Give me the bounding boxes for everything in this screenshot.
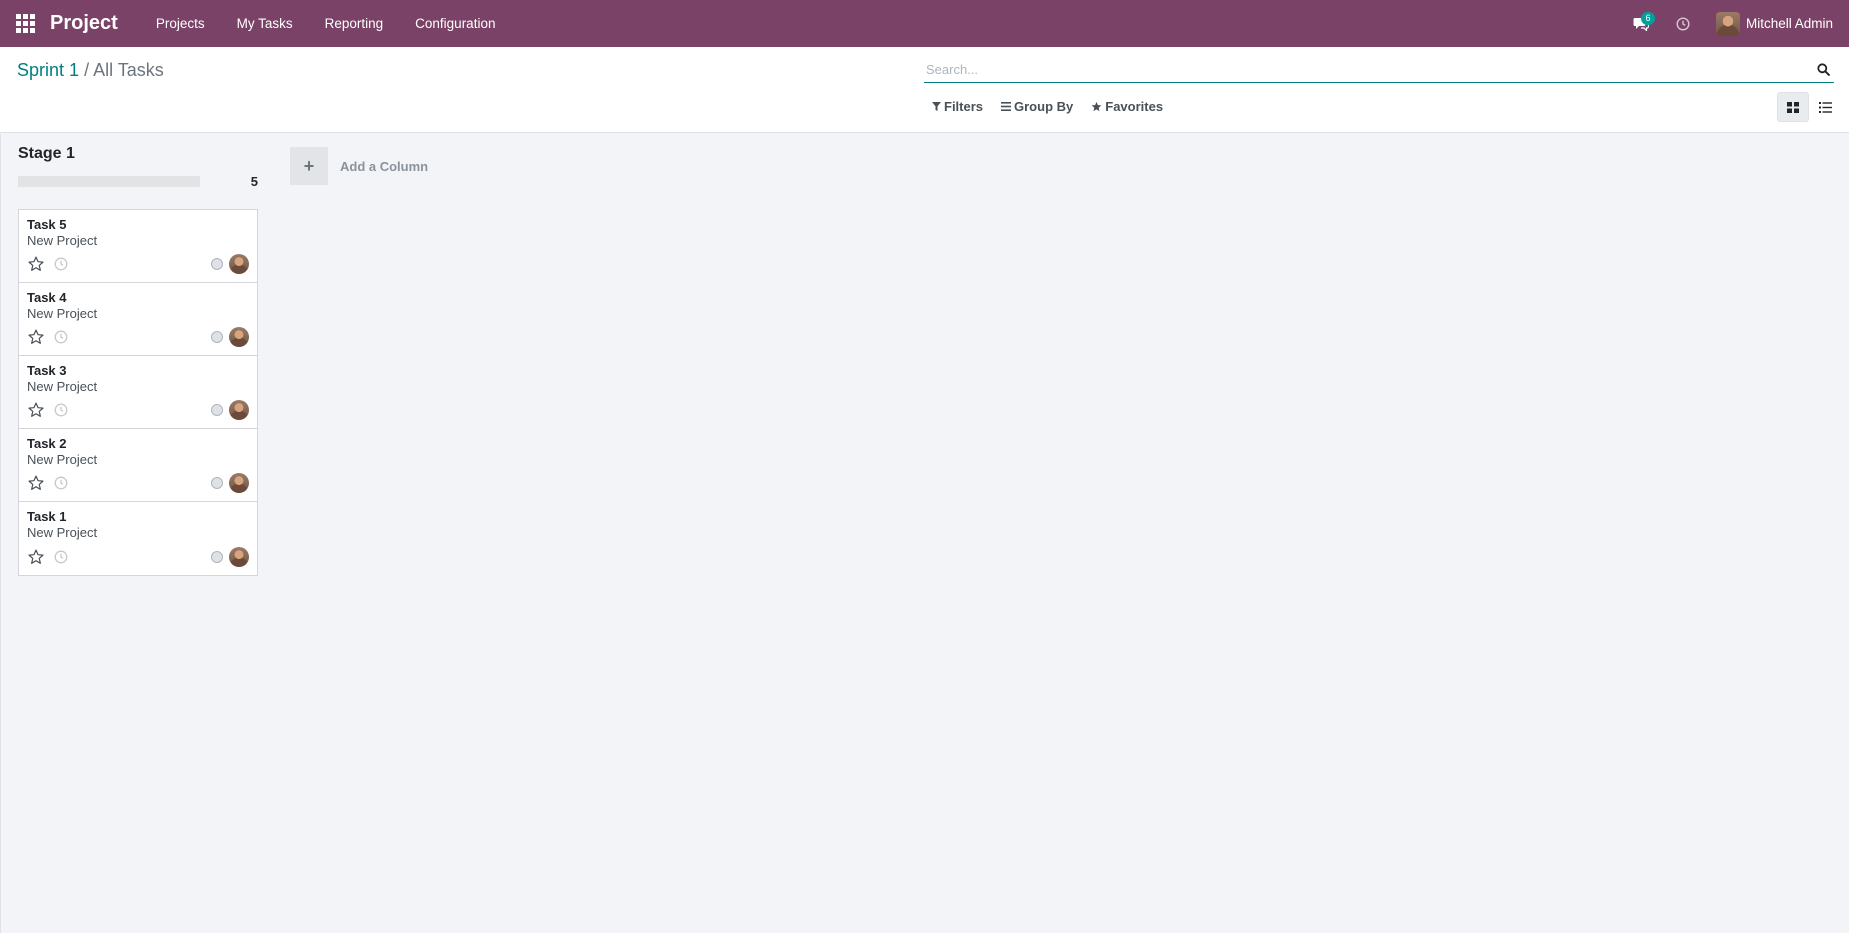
favorites-button[interactable]: Favorites — [1091, 99, 1163, 114]
status-indicator[interactable] — [211, 258, 223, 270]
activity-clock-icon[interactable] — [54, 330, 68, 344]
add-column-label: Add a Column — [340, 158, 429, 174]
star-icon — [1091, 101, 1102, 112]
task-card[interactable]: Task 3 New Project — [19, 356, 257, 429]
status-indicator[interactable] — [211, 404, 223, 416]
menu-my-tasks[interactable]: My Tasks — [221, 0, 309, 47]
add-column-button[interactable]: + Add a Column — [290, 147, 428, 185]
user-menu[interactable]: Mitchell Admin — [1704, 0, 1849, 47]
avatar[interactable] — [229, 547, 249, 567]
task-title: Task 4 — [27, 290, 67, 305]
star-icon[interactable] — [27, 401, 45, 419]
apps-menu-icon[interactable] — [0, 0, 50, 47]
filters-button[interactable]: Filters — [932, 99, 983, 114]
app-brand[interactable]: Project — [50, 12, 118, 35]
view-switcher — [1777, 92, 1841, 122]
user-name: Mitchell Admin — [1745, 16, 1833, 31]
task-card[interactable]: Task 4 New Project — [19, 283, 257, 356]
status-indicator[interactable] — [211, 477, 223, 489]
card-footer — [27, 254, 249, 274]
avatar[interactable] — [229, 254, 249, 274]
card-footer — [27, 547, 249, 567]
card-list: Task 5 New Project Task 4 New Project Ta… — [18, 209, 258, 576]
task-title: Task 1 — [27, 509, 67, 524]
breadcrumb-current: All Tasks — [93, 60, 164, 80]
task-card[interactable]: Task 2 New Project — [19, 429, 257, 502]
task-card[interactable]: Task 5 New Project — [19, 210, 257, 283]
star-icon[interactable] — [27, 474, 45, 492]
menu-configuration[interactable]: Configuration — [399, 0, 511, 47]
status-indicator[interactable] — [211, 331, 223, 343]
activity-clock-icon[interactable] — [54, 257, 68, 271]
menu-projects[interactable]: Projects — [140, 0, 221, 47]
messages-badge: 6 — [1640, 12, 1655, 25]
favorites-label: Favorites — [1105, 99, 1164, 114]
task-project: New Project — [27, 452, 98, 467]
breadcrumb-parent[interactable]: Sprint 1 — [17, 60, 79, 80]
list-view-button[interactable] — [1809, 92, 1841, 122]
activities-button[interactable] — [1662, 0, 1704, 47]
search-input[interactable] — [924, 57, 1812, 82]
status-indicator[interactable] — [211, 551, 223, 563]
card-footer — [27, 473, 249, 493]
column-title[interactable]: Stage 1 — [18, 145, 258, 165]
card-footer — [27, 400, 249, 420]
menu-reporting[interactable]: Reporting — [309, 0, 400, 47]
column-progress: 5 — [18, 173, 258, 189]
task-title: Task 5 — [27, 217, 67, 232]
task-title: Task 2 — [27, 436, 67, 451]
card-footer — [27, 327, 249, 347]
star-icon[interactable] — [27, 548, 45, 566]
plus-icon: + — [290, 147, 328, 185]
breadcrumb-separator: / — [84, 60, 90, 80]
avatar[interactable] — [229, 473, 249, 493]
control-panel: Sprint 1 / All Tasks Filters Group By — [0, 47, 1849, 133]
list-icon — [1818, 101, 1832, 113]
task-card[interactable]: Task 1 New Project — [19, 502, 257, 575]
column-count: 5 — [250, 173, 258, 189]
search-bar — [924, 57, 1834, 83]
star-icon[interactable] — [27, 255, 45, 273]
task-project: New Project — [27, 306, 98, 321]
activity-clock-icon[interactable] — [54, 550, 68, 564]
breadcrumb: Sprint 1 / All Tasks — [17, 60, 164, 81]
avatar[interactable] — [229, 400, 249, 420]
kanban-view-button[interactable] — [1777, 92, 1809, 122]
kanban-board: Stage 1 5 Task 5 New Project Task 4 New … — [0, 134, 1849, 933]
task-project: New Project — [27, 233, 98, 248]
kanban-icon — [1787, 101, 1799, 113]
activity-clock-icon[interactable] — [54, 476, 68, 490]
search-icon[interactable] — [1812, 58, 1834, 82]
avatar — [1715, 11, 1740, 36]
group-by-label: Group By — [1014, 99, 1074, 114]
task-title: Task 3 — [27, 363, 67, 378]
activity-clock-icon[interactable] — [54, 403, 68, 417]
filter-icon — [932, 102, 941, 111]
progress-bar[interactable] — [18, 175, 200, 187]
group-by-button[interactable]: Group By — [1001, 99, 1073, 114]
search-options: Filters Group By Favorites — [932, 99, 1181, 114]
messages-button[interactable]: 6 — [1620, 0, 1662, 47]
clock-icon — [1676, 16, 1690, 31]
star-icon[interactable] — [27, 328, 45, 346]
task-project: New Project — [27, 525, 98, 540]
top-navbar: Project Projects My Tasks Reporting Conf… — [0, 0, 1849, 47]
avatar[interactable] — [229, 327, 249, 347]
kanban-column: Stage 1 5 Task 5 New Project Task 4 New … — [18, 134, 258, 576]
task-project: New Project — [27, 379, 98, 394]
bars-icon — [1001, 102, 1012, 111]
filters-label: Filters — [944, 99, 984, 114]
